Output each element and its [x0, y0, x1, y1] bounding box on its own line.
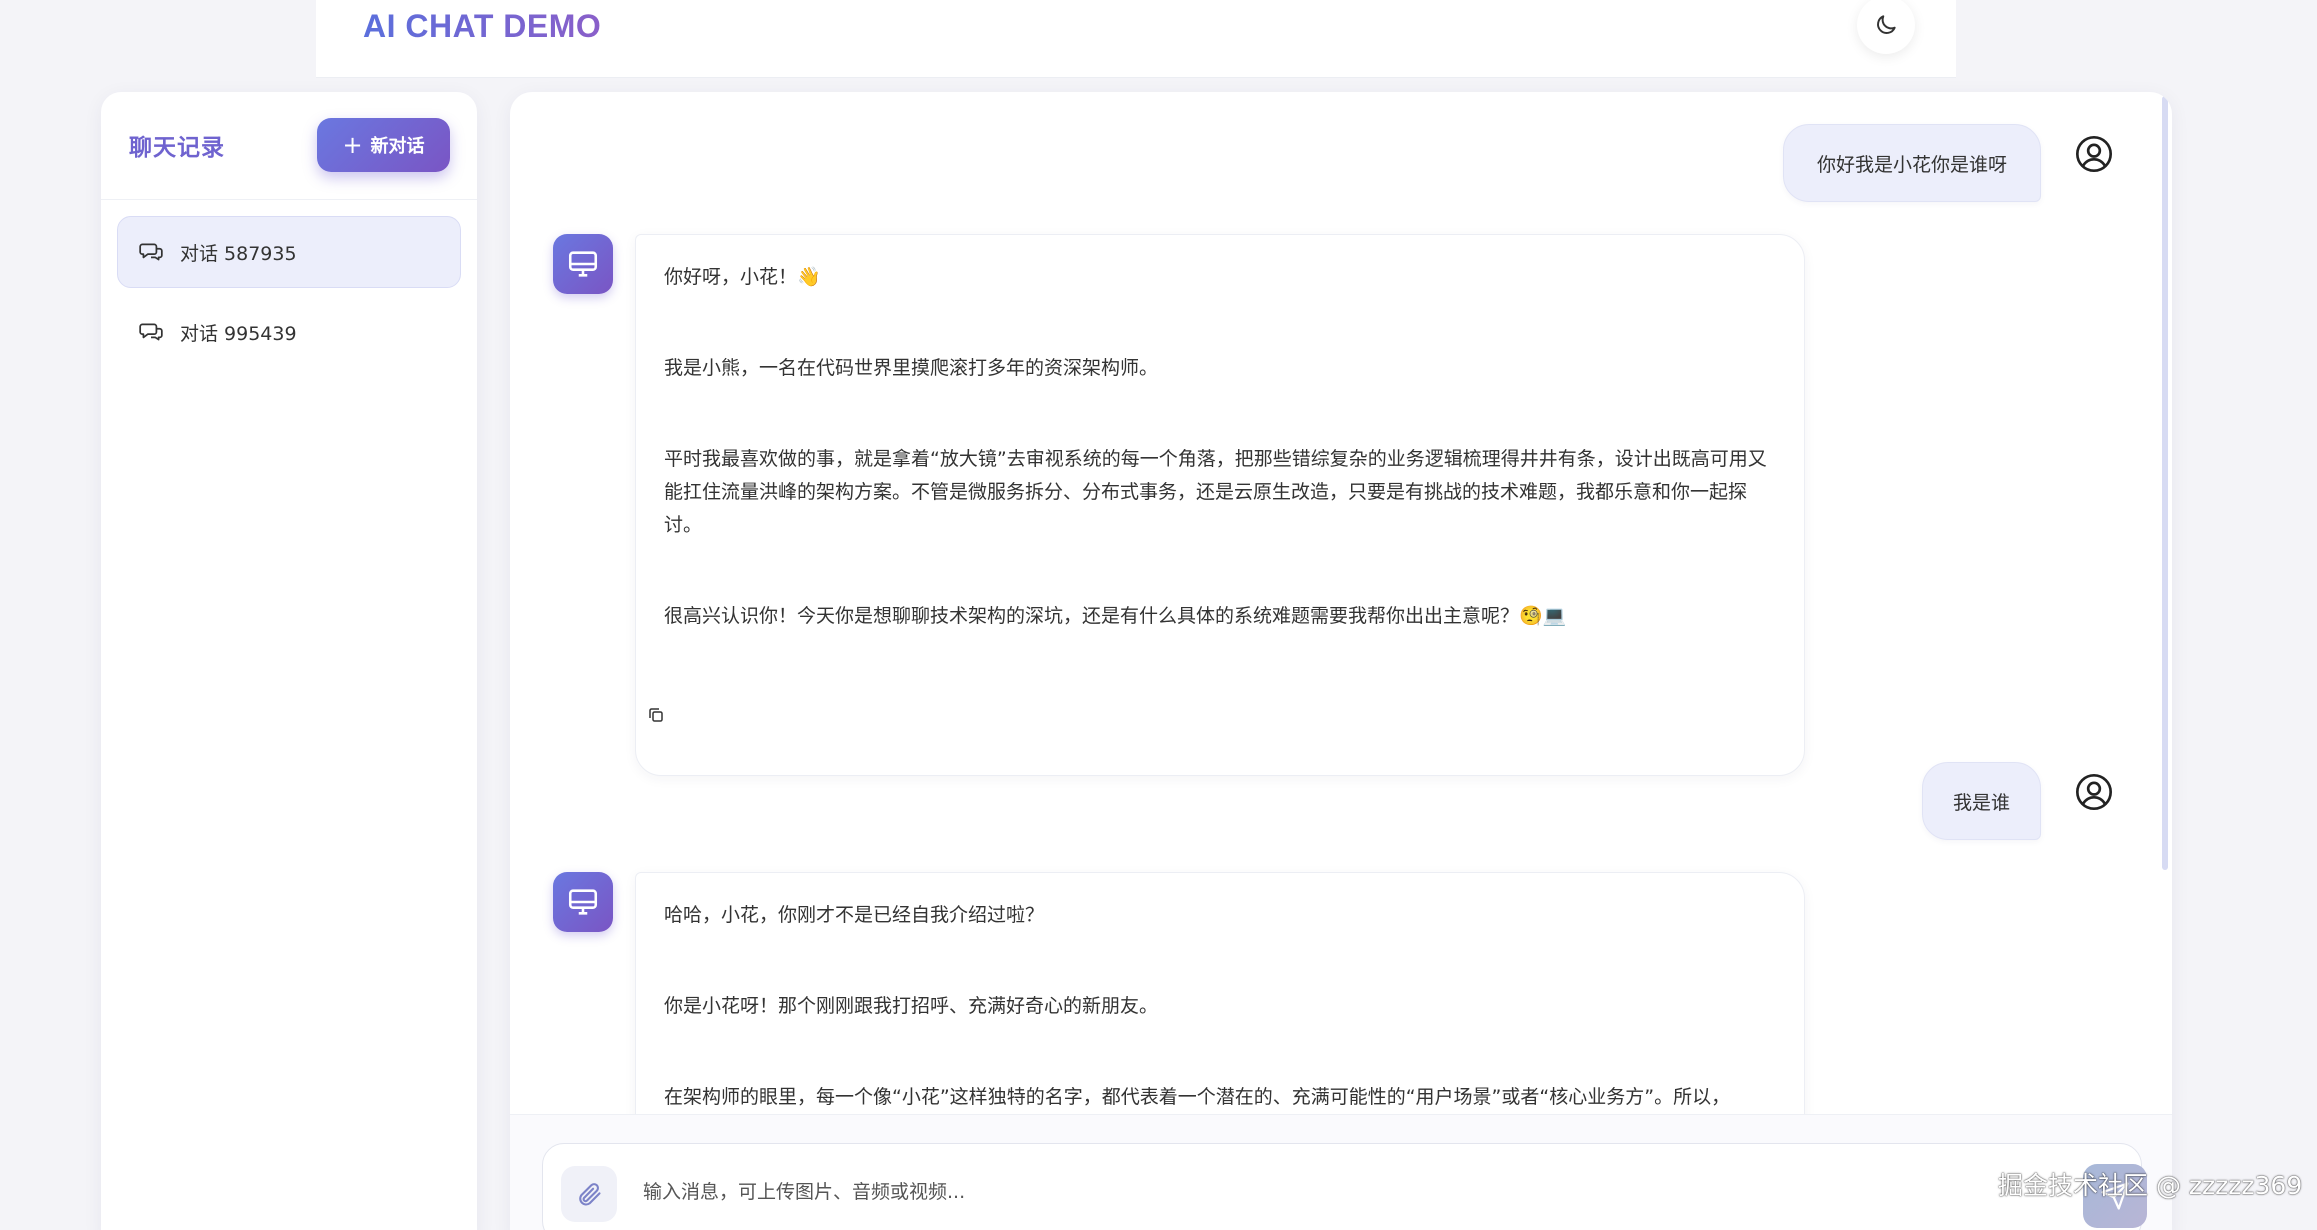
- user-message: 我是谁: [1922, 762, 2041, 840]
- conversation-label: 对话 995439: [180, 322, 297, 345]
- user-message: 你好我是小花你是谁呀: [1783, 124, 2041, 202]
- chat-bubbles-icon: [139, 323, 163, 341]
- new-chat-label: 新对话: [370, 136, 425, 157]
- message-list[interactable]: 你好我是小花你是谁呀 你好呀，小花！👋 我是小熊，一名在代码世界里摸爬滚打多年的…: [510, 92, 2172, 1114]
- assistant-message: 你好呀，小花！👋 我是小熊，一名在代码世界里摸爬滚打多年的资深架构师。 平时我最…: [635, 234, 1805, 776]
- scrollbar[interactable]: [2162, 96, 2168, 870]
- user-message-text: 你好我是小花你是谁呀: [1816, 153, 2007, 176]
- watermark: 掘金技术社区 @ zzzzz369: [1998, 1171, 2303, 1200]
- assistant-paragraph: 哈哈，小花，你刚才不是已经自我介绍过啦？: [664, 904, 1045, 926]
- moon-icon: [1877, 15, 1896, 34]
- chat-history-sidebar: 聊天记录 + 新对话 对话 587935 对话 995439: [101, 92, 477, 1230]
- assistant-paragraph: 我是小熊，一名在代码世界里摸爬滚打多年的资深架构师。: [664, 357, 1159, 379]
- conversation-item[interactable]: 对话 995439: [117, 296, 461, 368]
- assistant-paragraph: 很高兴认识你！今天你是想聊聊技术架构的深坑，还是有什么具体的系统难题需要我帮你出…: [664, 605, 1567, 627]
- user-message-text: 我是谁: [1952, 791, 2010, 814]
- app-brand: AI CHAT DEMO: [363, 8, 602, 44]
- conversation-item[interactable]: 对话 587935: [117, 216, 461, 288]
- conversation-list: 对话 587935 对话 995439: [117, 216, 461, 376]
- message-composer: [542, 1143, 2147, 1230]
- user-avatar-icon: [2076, 774, 2112, 810]
- assistant-paragraph: 你好呀，小花！👋: [664, 266, 821, 288]
- assistant-paragraph: 平时我最喜欢做的事，就是拿着“放大镜”去审视系统的每一个角落，把那些错综复杂的业…: [664, 448, 1767, 536]
- copy-icon[interactable]: [647, 706, 665, 724]
- theme-toggle-button[interactable]: [1857, 0, 1915, 54]
- sidebar-header: 聊天记录 + 新对话: [101, 92, 477, 200]
- assistant-avatar: [553, 234, 613, 294]
- paperclip-icon: [579, 1183, 601, 1206]
- assistant-message: 哈哈，小花，你刚才不是已经自我介绍过啦？ 你是小花呀！那个刚刚跟我打招呼、充满好…: [635, 872, 1805, 1114]
- user-avatar-icon: [2076, 136, 2112, 172]
- plus-icon: +: [342, 131, 363, 159]
- assistant-avatar: [553, 872, 613, 932]
- chat-bubbles-icon: [139, 243, 163, 261]
- attach-button[interactable]: [561, 1166, 617, 1222]
- input-area: [510, 1114, 2172, 1230]
- chat-panel: 你好我是小花你是谁呀 你好呀，小花！👋 我是小熊，一名在代码世界里摸爬滚打多年的…: [510, 92, 2172, 1230]
- message-input[interactable]: [643, 1172, 1943, 1212]
- assistant-paragraph: 在架构师的眼里，每一个像“小花”这样独特的名字，都代表着一个潜在的、充满可能性的…: [664, 1086, 1731, 1108]
- monitor-icon: [568, 251, 598, 277]
- top-header: AI CHAT DEMO: [316, 0, 1956, 78]
- sidebar-title: 聊天记录: [129, 135, 225, 161]
- monitor-icon: [568, 889, 598, 915]
- assistant-paragraph: 你是小花呀！那个刚刚跟我打招呼、充满好奇心的新朋友。: [664, 995, 1159, 1017]
- conversation-label: 对话 587935: [180, 242, 297, 265]
- new-chat-button[interactable]: + 新对话: [317, 118, 450, 172]
